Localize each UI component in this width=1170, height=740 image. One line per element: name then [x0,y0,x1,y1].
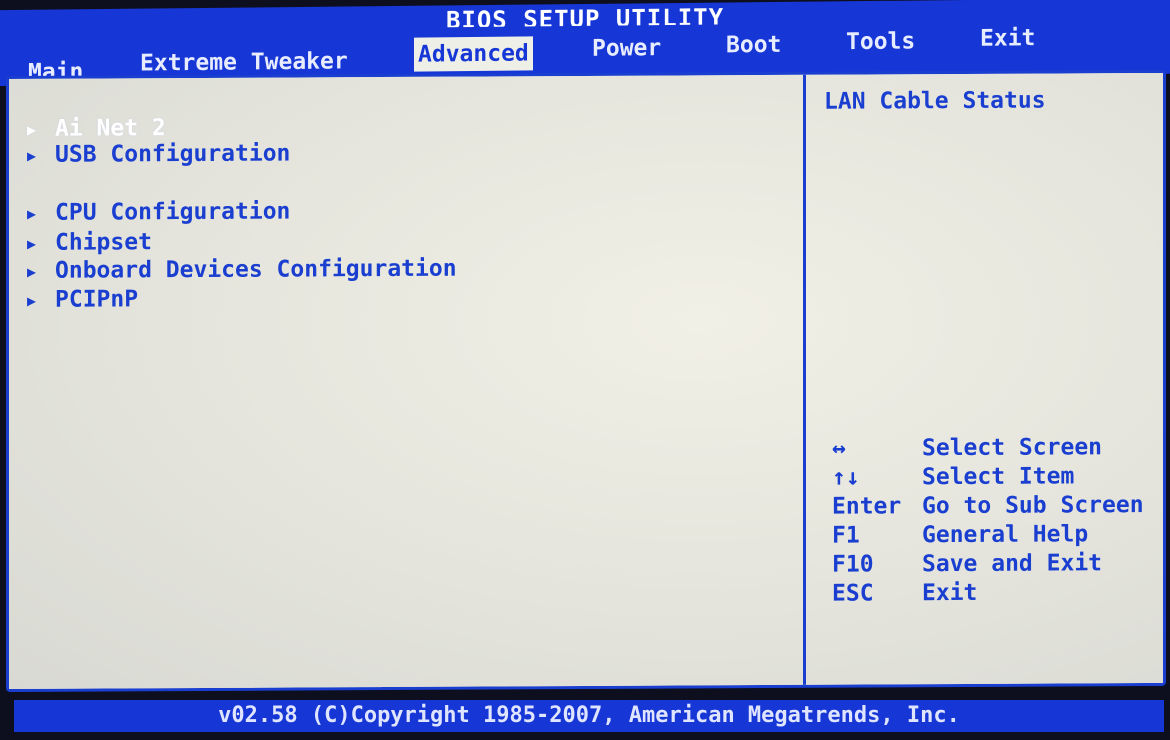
entry-label: Ai Net 2 [55,115,166,142]
key-label: F10 [832,551,874,578]
entry-label: USB Configuration [55,140,291,168]
entry-ai-net-2[interactable]: ▶ Ai Net 2 [27,114,166,143]
key-action: Select Screen [922,434,1103,462]
entry-onboard-devices-configuration[interactable]: ▶ Onboard Devices Configuration [27,255,457,286]
settings-list: ▶ Ai Net 2 ▶ USB Configuration ▶ CPU Config… [9,75,803,689]
key-action: Go to Sub Screen [922,492,1144,520]
key-action: Select Item [922,463,1075,491]
key-label: ↔ [832,435,846,462]
menu-tab-tools[interactable]: Tools [842,24,919,59]
key-action: General Help [922,521,1089,549]
key-label: ESC [832,580,874,607]
menu-tab-power[interactable]: Power [588,31,665,66]
entry-label: Onboard Devices Configuration [55,255,457,284]
main-panel: ▶ Ai Net 2 ▶ USB Configuration ▶ CPU Config… [6,69,1166,692]
entry-usb-configuration[interactable]: ▶ USB Configuration [27,140,290,170]
key-row: ESC Exit [832,578,1144,609]
submenu-arrow-icon: ▶ [27,234,37,253]
help-description: LAN Cable Status [824,87,1046,115]
submenu-arrow-icon: ▶ [27,120,37,139]
key-row: Enter Go to Sub Screen [832,491,1144,522]
entry-pcipnp[interactable]: ▶ PCIPnP [27,285,138,314]
key-action: Exit [922,579,978,607]
key-row: ↔ Select Screen [832,433,1144,464]
key-legend: ↔ Select Screen ↑↓ Select Item Enter Go to … [832,433,1144,609]
entry-label: Chipset [55,229,152,256]
bios-screen: BIOS SETUP UTILITY Main Extreme Tweaker … [0,0,1170,740]
menu-tab-boot[interactable]: Boot [722,28,785,63]
entry-label: PCIPnP [55,286,139,313]
key-action: Save and Exit [922,550,1103,578]
key-row: F10 Save and Exit [832,549,1144,580]
key-row: F1 General Help [832,520,1144,551]
copyright-footer: v02.58 (C)Copyright 1985-2007, American … [14,700,1164,732]
submenu-arrow-icon: ▶ [27,262,37,281]
help-pane: LAN Cable Status ↔ Select Screen ↑↓ Select… [806,73,1163,685]
entry-cpu-configuration[interactable]: ▶ CPU Configuration [27,198,290,228]
key-row: ↑↓ Select Item [832,462,1144,493]
entry-chipset[interactable]: ▶ Chipset [27,228,152,257]
submenu-arrow-icon: ▶ [27,204,37,223]
submenu-arrow-icon: ▶ [27,146,37,165]
entry-label: CPU Configuration [55,198,291,226]
key-label: ↑↓ [832,464,860,491]
submenu-arrow-icon: ▶ [27,291,37,310]
key-label: F1 [832,522,860,549]
key-label: Enter [832,493,902,520]
menu-tab-advanced[interactable]: Advanced [414,36,533,72]
menu-tab-exit[interactable]: Exit [976,21,1039,56]
